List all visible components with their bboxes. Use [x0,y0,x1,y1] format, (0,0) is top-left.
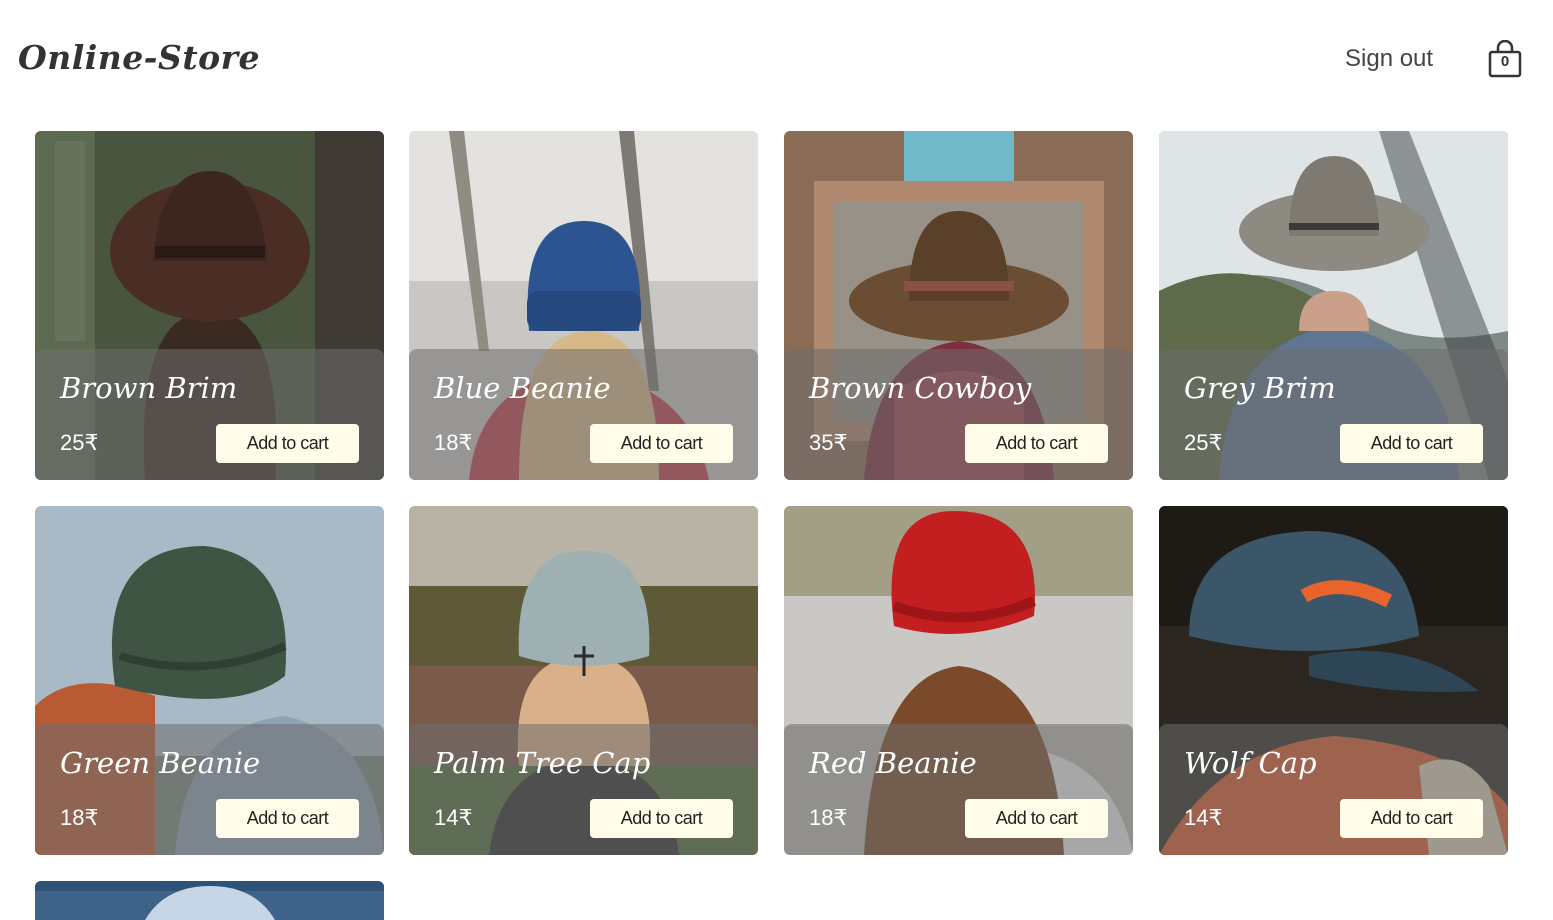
product-image [35,881,384,920]
product-name: Grey Brim [1184,371,1336,405]
product-price: 35₹ [809,430,848,455]
add-to-cart-button[interactable]: Add to cart [216,799,359,838]
add-to-cart-button[interactable]: Add to cart [590,799,733,838]
product-price: 14₹ [434,805,473,830]
product-price: 18₹ [809,805,848,830]
add-to-cart-button[interactable]: Add to cart [965,799,1108,838]
product-price: 25₹ [60,430,99,455]
product-name: Wolf Cap [1184,746,1317,780]
product-price: 25₹ [1184,430,1223,455]
add-to-cart-button[interactable]: Add to cart [1340,424,1483,463]
product-card: Blue Beanie 18₹ Add to cart [409,131,758,480]
product-card: Brown Cowboy 35₹ Add to cart [784,131,1133,480]
add-to-cart-button[interactable]: Add to cart [590,424,733,463]
add-to-cart-button[interactable]: Add to cart [965,424,1108,463]
product-price: 14₹ [1184,805,1223,830]
product-card: Red Beanie 18₹ Add to cart [784,506,1133,855]
product-name: Red Beanie [809,746,977,780]
product-card: Green Beanie 18₹ Add to cart [35,506,384,855]
product-card: Palm Tree Cap 14₹ Add to cart [409,506,758,855]
product-name: Brown Cowboy [809,371,1032,405]
add-to-cart-button[interactable]: Add to cart [1340,799,1483,838]
product-name: Palm Tree Cap [434,746,651,780]
product-card: Grey Brim 25₹ Add to cart [1159,131,1508,480]
product-name: Brown Brim [60,371,238,405]
product-price: 18₹ [434,430,473,455]
product-grid: Brown Brim 25₹ Add to cart Blue Beanie 1… [0,0,1553,920]
product-card: Wolf Cap 14₹ Add to cart [1159,506,1508,855]
product-name: Green Beanie [60,746,261,780]
add-to-cart-button[interactable]: Add to cart [216,424,359,463]
product-price: 18₹ [60,805,99,830]
product-card: Brown Brim 25₹ Add to cart [35,131,384,480]
product-card-partial [35,881,384,920]
product-name: Blue Beanie [434,371,611,405]
